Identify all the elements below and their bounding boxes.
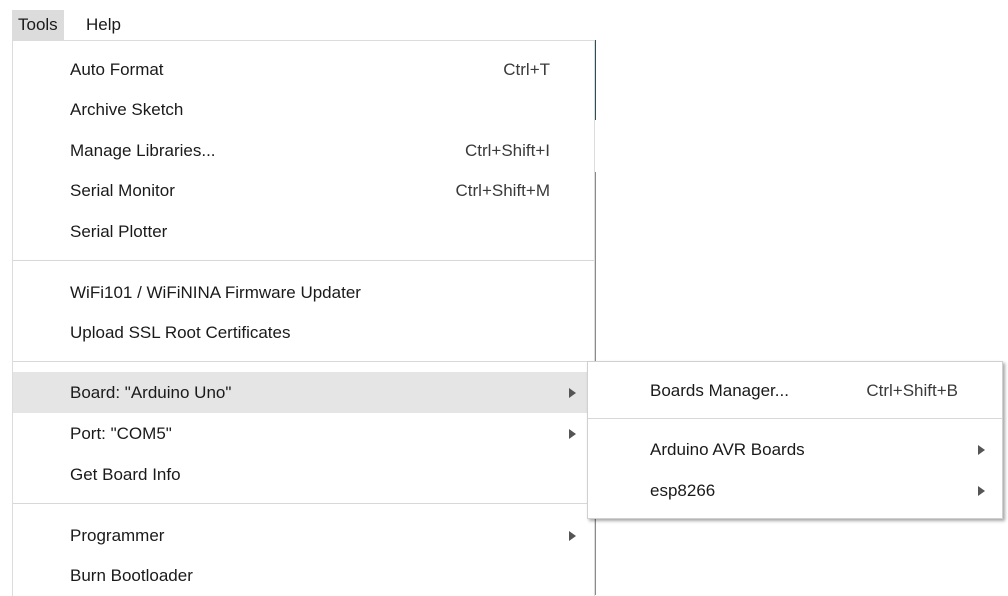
menu-item-firmware-updater[interactable]: WiFi101 / WiFiNINA Firmware Updater xyxy=(13,272,594,313)
submenu-arrow-icon xyxy=(978,445,985,455)
menu-item-board[interactable]: Board: "Arduino Uno" xyxy=(13,372,594,413)
menu-item-label: WiFi101 / WiFiNINA Firmware Updater xyxy=(70,283,361,302)
menu-item-label: Serial Monitor xyxy=(70,181,175,200)
menu-item-burn-bootloader[interactable]: Burn Bootloader xyxy=(13,555,594,596)
menu-item-label: Auto Format xyxy=(70,60,164,79)
menu-item-label: Arduino AVR Boards xyxy=(650,440,805,459)
menu-help[interactable]: Help xyxy=(80,10,127,40)
menu-item-auto-format[interactable]: Auto Format Ctrl+T xyxy=(13,49,594,90)
submenu-arrow-icon xyxy=(978,486,985,496)
menu-item-label: Board: "Arduino Uno" xyxy=(70,383,232,402)
menu-separator xyxy=(13,260,594,261)
menu-item-label: Port: "COM5" xyxy=(70,424,172,443)
menu-item-label: Programmer xyxy=(70,526,165,545)
menu-item-serial-monitor[interactable]: Serial Monitor Ctrl+Shift+M xyxy=(13,170,594,211)
submenu-arrow-icon xyxy=(569,388,576,398)
menu-item-label: esp8266 xyxy=(650,481,716,500)
menu-separator xyxy=(13,361,594,362)
menu-item-get-board-info[interactable]: Get Board Info xyxy=(13,454,594,495)
menu-item-label: Boards Manager... xyxy=(650,381,789,400)
menu-item-label: Serial Plotter xyxy=(70,222,168,241)
menu-separator xyxy=(13,503,594,504)
menu-bar: Tools Help xyxy=(0,0,1008,40)
menu-item-label: Manage Libraries... xyxy=(70,141,216,160)
shortcut-label: Ctrl+Shift+M xyxy=(455,181,550,200)
menu-item-label: Upload SSL Root Certificates xyxy=(70,323,291,342)
submenu-item-arduino-avr-boards[interactable]: Arduino AVR Boards xyxy=(588,429,1002,470)
menu-separator xyxy=(588,418,1002,419)
submenu-item-boards-manager[interactable]: Boards Manager... Ctrl+Shift+B xyxy=(588,370,1002,411)
submenu-arrow-icon xyxy=(569,429,576,439)
menu-item-label: Burn Bootloader xyxy=(70,566,193,585)
board-submenu: Boards Manager... Ctrl+Shift+B Arduino A… xyxy=(587,361,1003,519)
shortcut-label: Ctrl+Shift+I xyxy=(464,141,550,160)
menu-item-programmer[interactable]: Programmer xyxy=(13,515,594,556)
menu-item-archive-sketch[interactable]: Archive Sketch xyxy=(13,89,594,130)
submenu-arrow-icon xyxy=(569,531,576,541)
shortcut-label: Ctrl+T xyxy=(503,60,550,79)
submenu-item-esp8266[interactable]: esp8266 xyxy=(588,470,1002,511)
menu-item-manage-libraries[interactable]: Manage Libraries... Ctrl+Shift+I xyxy=(13,130,594,171)
menu-item-upload-ssl[interactable]: Upload SSL Root Certificates xyxy=(13,312,594,353)
menu-tools[interactable]: Tools xyxy=(12,10,64,40)
menu-item-serial-plotter[interactable]: Serial Plotter xyxy=(13,211,594,252)
menu-item-label: Get Board Info xyxy=(70,465,181,484)
shortcut-label: Ctrl+Shift+B xyxy=(866,381,958,400)
tools-menu: Auto Format Ctrl+T Archive Sketch Manage… xyxy=(12,40,595,596)
menu-item-port[interactable]: Port: "COM5" xyxy=(13,413,594,454)
menu-item-label: Archive Sketch xyxy=(70,100,184,119)
